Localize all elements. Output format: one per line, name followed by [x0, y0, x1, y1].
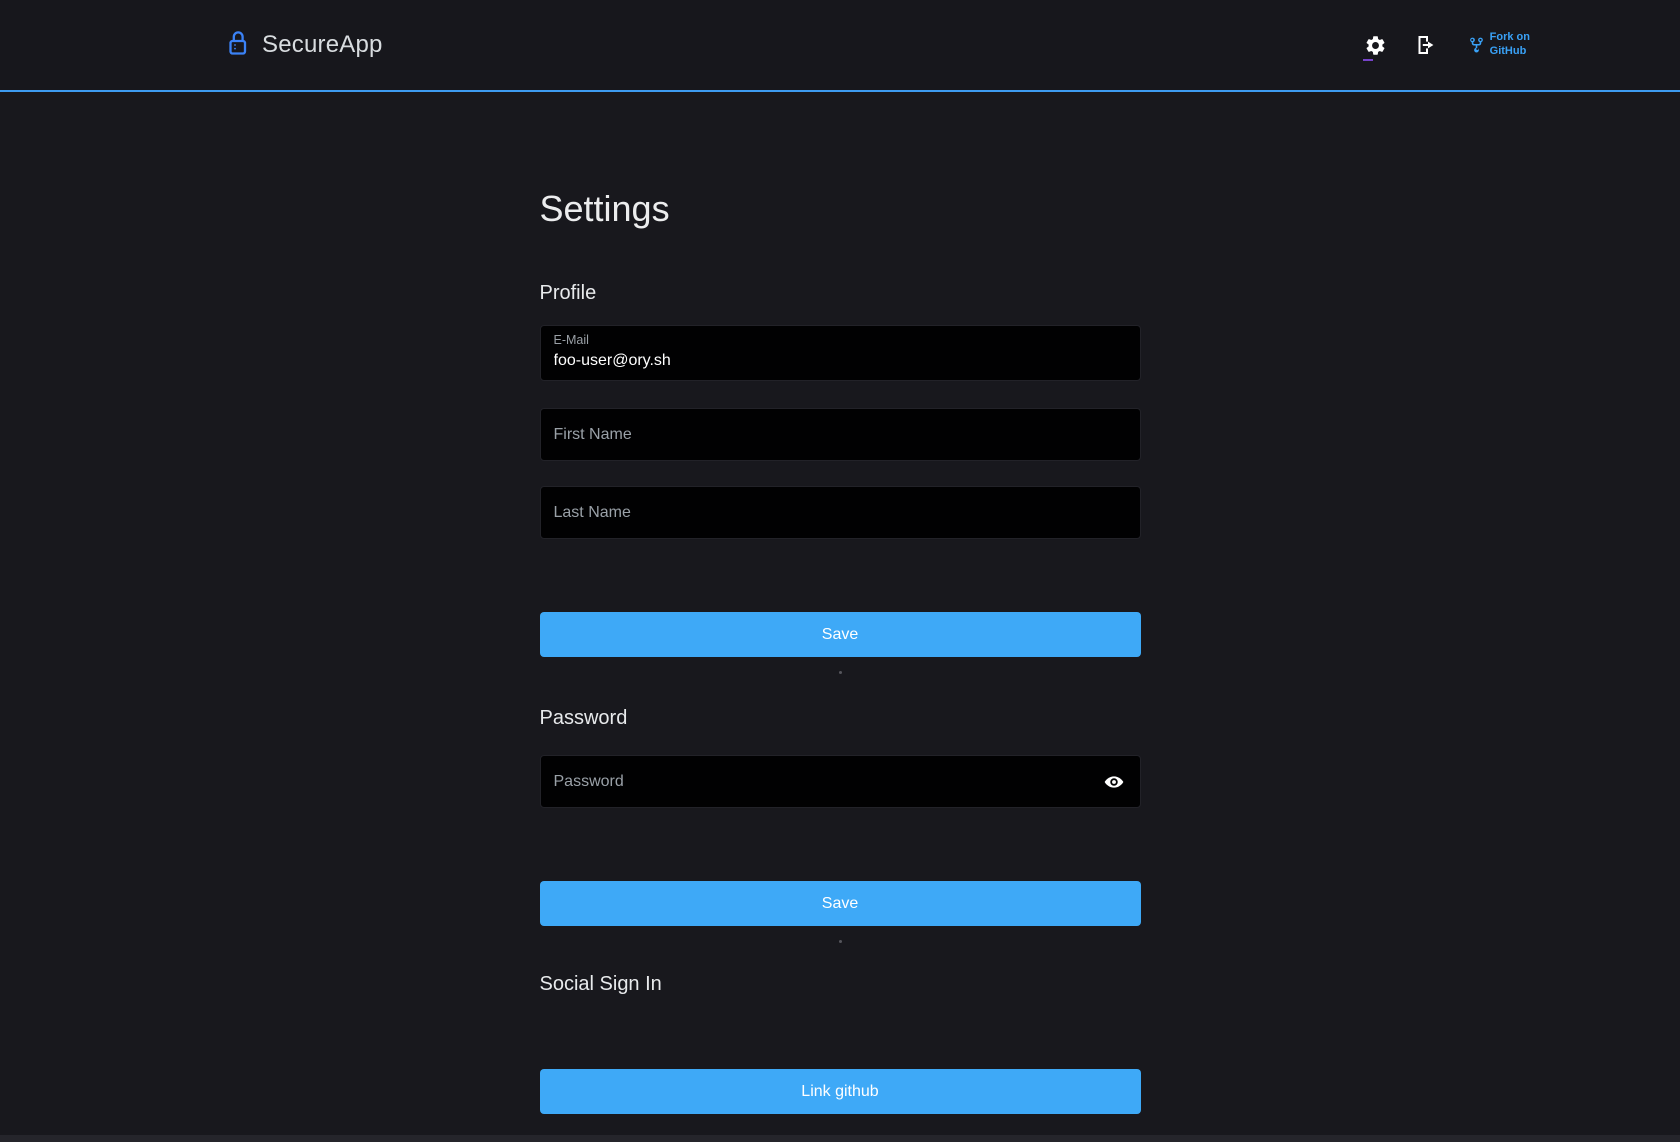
password-input[interactable]: [554, 773, 1092, 791]
header-actions: Fork on GitHub: [1358, 23, 1530, 67]
last-name-field: [540, 486, 1141, 539]
first-name-field: [540, 408, 1141, 461]
password-heading: Password: [540, 707, 1141, 730]
github-fork-icon: [1468, 34, 1485, 56]
gear-icon: [1364, 34, 1387, 57]
fork-on-github-link[interactable]: Fork on GitHub: [1468, 31, 1530, 59]
brand[interactable]: SecureApp: [228, 31, 383, 59]
app-title: SecureApp: [262, 31, 383, 59]
lock-icon: [228, 30, 250, 57]
page-title: Settings: [540, 188, 1141, 230]
bottom-edge: [0, 1135, 1680, 1142]
fork-link-label: Fork on GitHub: [1490, 31, 1530, 59]
email-field: E-Mail: [540, 325, 1141, 381]
section-separator-dot: [839, 671, 842, 674]
section-separator-dot: [839, 940, 842, 943]
eye-icon: [1103, 771, 1125, 793]
settings-page: Settings Profile E-Mail Save Password Sa…: [540, 188, 1141, 1114]
profile-save-button[interactable]: Save: [540, 612, 1141, 657]
social-sign-in-heading: Social Sign In: [540, 973, 1141, 996]
first-name-input[interactable]: [554, 426, 1127, 444]
toggle-password-visibility-button[interactable]: [1100, 768, 1128, 796]
logout-icon: [1414, 33, 1438, 57]
link-github-button[interactable]: Link github: [540, 1069, 1141, 1114]
app-header: SecureApp: [0, 0, 1680, 92]
email-input[interactable]: [554, 349, 1127, 373]
settings-gear-button[interactable]: [1358, 23, 1394, 67]
logout-button[interactable]: [1408, 23, 1444, 67]
password-save-button[interactable]: Save: [540, 881, 1141, 926]
email-field-label: E-Mail: [554, 333, 1127, 347]
gear-active-indicator: [1363, 59, 1373, 61]
password-field: [540, 755, 1141, 808]
profile-heading: Profile: [540, 282, 1141, 305]
last-name-input[interactable]: [554, 504, 1127, 522]
